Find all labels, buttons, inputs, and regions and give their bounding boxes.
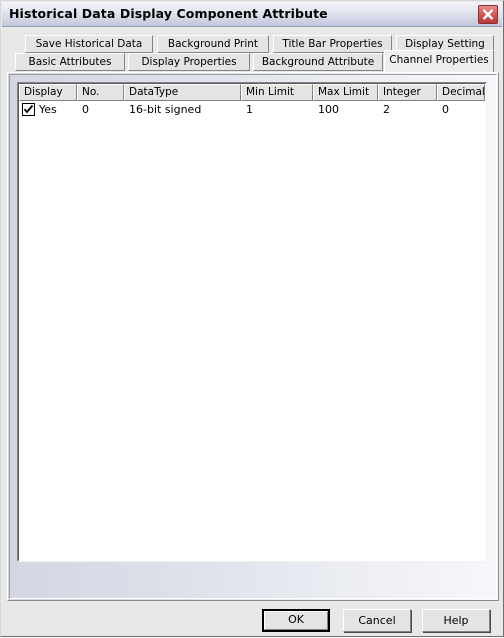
tab-label: Display Properties [141,56,237,68]
close-x-icon [479,6,497,23]
tab-title-bar-properties[interactable]: Title Bar Properties [273,35,392,53]
tab-display-properties[interactable]: Display Properties [128,53,250,71]
column-header-min-limit[interactable]: Min Limit [241,84,313,101]
cell-value: 0 [442,103,449,116]
ok-button-label: OK [264,611,328,630]
tab-channel-properties[interactable]: Channel Properties [384,50,494,72]
column-header-max-limit[interactable]: Max Limit [313,84,378,101]
title-bar: Historical Data Display Component Attrib… [2,2,502,27]
cancel-button-label: Cancel [358,614,396,627]
tab-label: Channel Properties [389,54,489,66]
tab-label: Background Attribute [261,56,375,68]
help-button[interactable]: Help [422,609,490,632]
column-header-display[interactable]: Display [19,84,77,101]
window-title: Historical Data Display Component Attrib… [9,6,328,21]
cancel-button[interactable]: Cancel [343,609,411,632]
cell-datatype[interactable]: 16-bit signed [124,102,241,118]
tab-background-print[interactable]: Background Print [157,35,269,53]
tab-label: Background Print [167,38,259,50]
tab-label: Display Setting [405,38,485,50]
dialog-window: Historical Data Display Component Attrib… [0,0,504,637]
cell-max-limit[interactable]: 100 [313,102,378,118]
column-header-label: No. [82,86,100,98]
tab-row-2: Basic Attributes Display Properties Back… [7,50,499,72]
cell-display[interactable]: Yes [19,102,77,118]
column-header-no[interactable]: No. [77,84,124,101]
cell-value: 2 [383,103,390,116]
tab-label: Basic Attributes [28,56,112,68]
tab-label: Title Bar Properties [282,38,383,50]
display-checkbox[interactable] [22,103,35,116]
column-header-label: Display [24,86,63,98]
tab-page-inner: Display No. DataType Min Limit Max Limit [9,74,497,599]
channel-list-view[interactable]: Display No. DataType Min Limit Max Limit [17,82,487,562]
tab-label: Save Historical Data [35,38,143,50]
column-header-label: Min Limit [246,86,294,98]
column-header-decimal[interactable]: Decimal [437,84,485,101]
dialog-button-bar: OK Cancel Help [1,602,504,638]
table-row[interactable]: Yes 0 16-bit signed 1 100 2 0 [19,102,485,118]
column-header-label: Decimal [442,86,485,98]
column-header-label: Max Limit [318,86,370,98]
help-button-label: Help [443,614,469,627]
column-header-label: Integer [383,86,421,98]
cell-no[interactable]: 0 [77,102,124,118]
column-header-label: DataType [129,86,179,98]
tab-background-attribute[interactable]: Background Attribute [253,53,383,71]
cell-value: 100 [318,103,339,116]
column-header-datatype[interactable]: DataType [124,84,241,101]
cell-value: Yes [39,103,57,116]
ok-button[interactable]: OK [262,609,330,632]
tab-save-historical-data[interactable]: Save Historical Data [25,35,153,53]
cell-value: 1 [246,103,253,116]
close-button[interactable] [478,5,498,24]
tab-page-channel-properties: Display No. DataType Min Limit Max Limit [7,72,499,601]
column-header-integer[interactable]: Integer [378,84,437,101]
tab-strip: Save Historical Data Background Print Ti… [7,31,499,73]
cell-value: 16-bit signed [129,103,202,116]
cell-min-limit[interactable]: 1 [241,102,313,118]
channel-list-inner: Display No. DataType Min Limit Max Limit [18,83,486,561]
cell-value: 0 [82,103,89,116]
cell-decimal[interactable]: 0 [437,102,485,118]
cell-integer[interactable]: 2 [378,102,437,118]
tab-basic-attributes[interactable]: Basic Attributes [15,53,125,71]
table-header-row: Display No. DataType Min Limit Max Limit [19,84,485,101]
